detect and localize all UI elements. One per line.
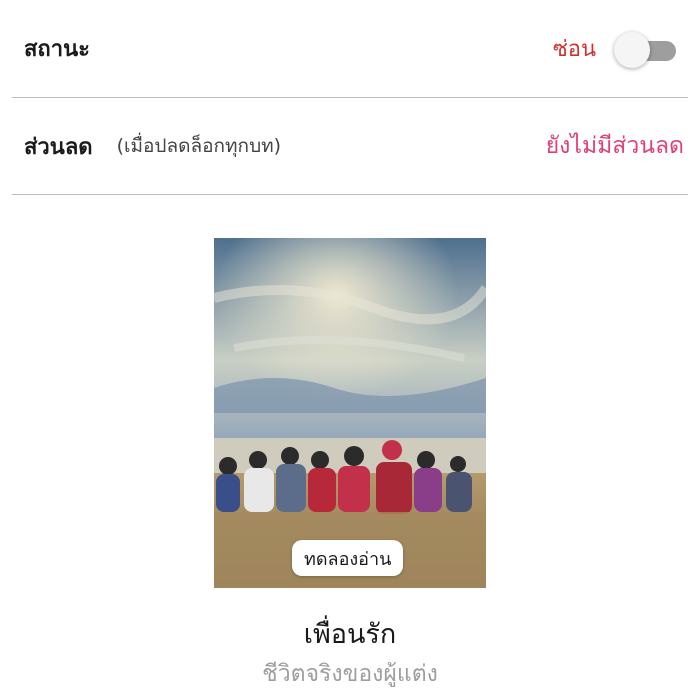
book-title: เพื่อนรัก: [303, 619, 397, 650]
status-row: สถานะ ซ่อน: [12, 0, 688, 98]
discount-value-link[interactable]: ยังไม่มีส่วนลด: [546, 128, 684, 164]
status-value: ซ่อน: [552, 37, 596, 62]
cover-image: [214, 238, 486, 588]
trial-read-button[interactable]: ทดลองอ่าน: [292, 540, 404, 576]
discount-row: ส่วนลด (เมื่อปลดล็อกทุกบท) ยังไม่มีส่วนล…: [12, 98, 688, 195]
book-cover[interactable]: ทดลองอ่าน: [214, 238, 486, 588]
status-label: สถานะ: [24, 37, 90, 62]
visibility-toggle[interactable]: [614, 31, 676, 68]
discount-label: ส่วนลด: [24, 134, 93, 160]
toggle-knob: [614, 31, 650, 68]
discount-note: (เมื่อปลดล็อกทุกบท): [116, 135, 282, 157]
book-author: ชีวิตจริงของผู้แต่ง: [262, 661, 438, 687]
